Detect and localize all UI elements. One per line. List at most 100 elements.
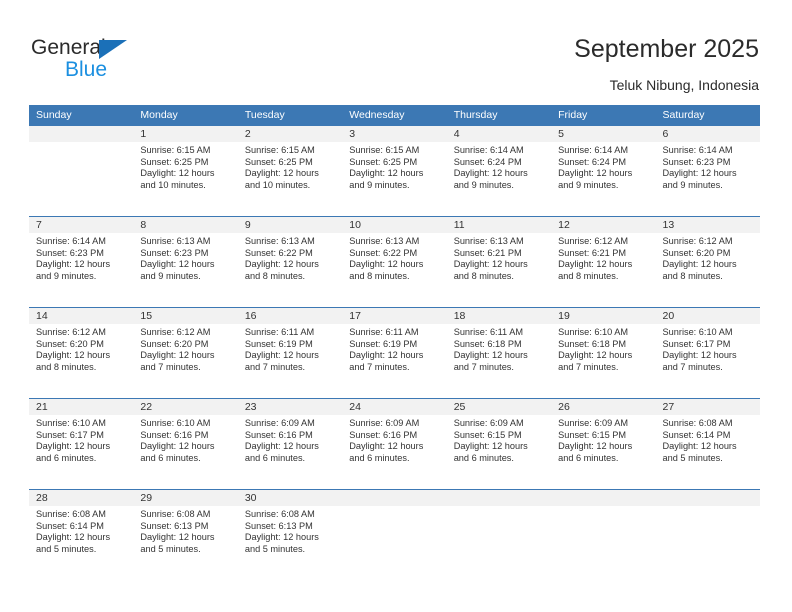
calendar-day-cell[interactable]: 9 Sunrise: 6:13 AM Sunset: 6:22 PM Daylight…: [237, 216, 343, 308]
calendar-day-cell[interactable]: 20 Sunrise: 6:10 AM Sunset: 6:17 PM Dayligh…: [655, 307, 760, 399]
calendar-day-cell[interactable]: 16 Sunrise: 6:11 AM Sunset: 6:19 PM Dayligh…: [237, 307, 343, 399]
daylight-text-line2: and 6 minutes.: [453, 452, 514, 463]
daylight-text-line2: and 9 minutes.: [662, 179, 723, 190]
calendar-day-cell[interactable]: 6 Sunrise: 6:14 AM Sunset: 6:23 PM Daylight…: [655, 125, 760, 217]
day-sun-info: Sunrise: 6:15 AM Sunset: 6:25 PM Daylight:…: [342, 142, 446, 191]
calendar-day-cell[interactable]: 10 Sunrise: 6:13 AM Sunset: 6:22 PM Dayligh…: [342, 216, 447, 308]
day-cell-content: 5 Sunrise: 6:14 AM Sunset: 6:24 PM Daylight…: [551, 126, 656, 216]
sunset-text: Sunset: 6:13 PM: [140, 520, 209, 531]
daylight-text-line2: and 8 minutes.: [244, 270, 306, 281]
day-sun-info: Sunrise: 6:08 AM Sunset: 6:13 PM Daylight:…: [133, 506, 237, 555]
daylight-text-line2: and 8 minutes.: [349, 270, 410, 281]
sunrise-text: Sunrise: 6:10 AM: [140, 418, 211, 428]
calendar-day-cell[interactable]: 5 Sunrise: 6:14 AM Sunset: 6:24 PM Daylight…: [551, 125, 656, 217]
daylight-text-line1: Daylight: 12 hours: [662, 441, 737, 452]
calendar-day-cell[interactable]: 2 Sunrise: 6:15 AM Sunset: 6:25 PM Daylight…: [237, 125, 343, 217]
calendar-day-cell[interactable]: 27 Sunrise: 6:08 AM Sunset: 6:14 PM Dayligh…: [655, 398, 760, 490]
calendar-day-cell[interactable]: 3 Sunrise: 6:15 AM Sunset: 6:25 PM Daylight…: [342, 125, 447, 217]
general-blue-logo: General Blue: [31, 36, 151, 82]
sunrise-text: Sunrise: 6:08 AM: [36, 509, 106, 519]
weekday-header-monday: Monday: [133, 105, 238, 126]
calendar-day-cell[interactable]: 21 Sunrise: 6:10 AM Sunset: 6:17 PM Dayligh…: [29, 398, 134, 490]
daylight-text-line1: Daylight: 12 hours: [36, 259, 111, 270]
calendar-day-cell[interactable]: 18 Sunrise: 6:11 AM Sunset: 6:18 PM Dayligh…: [446, 307, 552, 399]
daylight-text-line1: Daylight: 12 hours: [453, 168, 528, 179]
calendar-day-cell[interactable]: 25 Sunrise: 6:09 AM Sunset: 6:15 PM Dayligh…: [446, 398, 552, 490]
day-cell-content: 30 Sunrise: 6:08 AM Sunset: 6:13 PM Dayligh…: [237, 490, 343, 580]
day-number: 7: [29, 217, 134, 233]
daylight-text-line2: and 7 minutes.: [244, 361, 306, 372]
calendar-day-cell[interactable]: 1 Sunrise: 6:15 AM Sunset: 6:25 PM Daylight…: [133, 125, 238, 217]
daylight-text-line2: and 9 minutes.: [349, 179, 410, 190]
day-cell-content: 8 Sunrise: 6:13 AM Sunset: 6:23 PM Daylight…: [133, 217, 238, 307]
calendar-day-cell[interactable]: 11 Sunrise: 6:13 AM Sunset: 6:21 PM Dayligh…: [446, 216, 552, 308]
weekday-header-friday: Friday: [551, 105, 656, 126]
sunset-text: Sunset: 6:16 PM: [140, 429, 209, 440]
sunset-text: Sunset: 6:15 PM: [453, 429, 522, 440]
calendar-body: 1 Sunrise: 6:15 AM Sunset: 6:25 PM Daylight…: [29, 125, 760, 580]
day-sun-info: Sunrise: 6:12 AM Sunset: 6:21 PM Daylight:…: [551, 233, 655, 282]
calendar-day-cell[interactable]: 30 Sunrise: 6:08 AM Sunset: 6:13 PM Dayligh…: [237, 489, 343, 580]
day-number: 9: [237, 217, 343, 233]
calendar-day-cell[interactable]: 17 Sunrise: 6:11 AM Sunset: 6:19 PM Dayligh…: [342, 307, 447, 399]
calendar-day-cell[interactable]: 28 Sunrise: 6:08 AM Sunset: 6:14 PM Dayligh…: [29, 489, 134, 580]
daylight-text-line1: Daylight: 12 hours: [36, 441, 111, 452]
calendar-day-cell[interactable]: 7 Sunrise: 6:14 AM Sunset: 6:23 PM Daylight…: [29, 216, 134, 308]
calendar-week-row: 21 Sunrise: 6:10 AM Sunset: 6:17 PM Dayligh…: [29, 398, 760, 490]
sunset-text: Sunset: 6:24 PM: [453, 156, 522, 167]
calendar-day-cell[interactable]: 12 Sunrise: 6:12 AM Sunset: 6:21 PM Dayligh…: [551, 216, 656, 308]
daylight-text-line1: Daylight: 12 hours: [453, 350, 528, 361]
day-number: 6: [655, 126, 760, 142]
daylight-text-line1: Daylight: 12 hours: [662, 168, 737, 179]
sunset-text: Sunset: 6:18 PM: [453, 338, 522, 349]
sunrise-text: Sunrise: 6:13 AM: [453, 236, 524, 246]
sunrise-text: Sunrise: 6:09 AM: [244, 418, 315, 428]
daylight-text-line2: and 6 minutes.: [558, 452, 619, 463]
daylight-text-line2: and 8 minutes.: [662, 270, 723, 281]
calendar-day-cell[interactable]: 22 Sunrise: 6:10 AM Sunset: 6:16 PM Dayligh…: [133, 398, 238, 490]
day-number: 17: [342, 308, 447, 324]
day-number: 4: [446, 126, 552, 142]
day-sun-info: Sunrise: 6:14 AM Sunset: 6:24 PM Daylight:…: [551, 142, 655, 191]
calendar-week-row: 7 Sunrise: 6:14 AM Sunset: 6:23 PM Daylight…: [29, 216, 760, 308]
day-sun-info: Sunrise: 6:11 AM Sunset: 6:18 PM Daylight:…: [447, 324, 551, 373]
sunrise-text: Sunrise: 6:11 AM: [349, 327, 419, 337]
calendar-day-cell[interactable]: 29 Sunrise: 6:08 AM Sunset: 6:13 PM Dayligh…: [133, 489, 238, 580]
sunset-text: Sunset: 6:25 PM: [349, 156, 418, 167]
day-number: 15: [133, 308, 238, 324]
sunrise-text: Sunrise: 6:11 AM: [453, 327, 523, 337]
calendar-day-cell[interactable]: 23 Sunrise: 6:09 AM Sunset: 6:16 PM Dayligh…: [237, 398, 343, 490]
day-cell-content: 13 Sunrise: 6:12 AM Sunset: 6:20 PM Dayligh…: [655, 217, 760, 307]
sunset-text: Sunset: 6:20 PM: [36, 338, 104, 349]
day-cell-content: 14 Sunrise: 6:12 AM Sunset: 6:20 PM Dayligh…: [29, 308, 134, 398]
day-number: 11: [446, 217, 552, 233]
day-sun-info: Sunrise: 6:14 AM Sunset: 6:24 PM Daylight:…: [447, 142, 551, 191]
day-number: 29: [133, 490, 238, 506]
sunset-text: Sunset: 6:17 PM: [36, 429, 104, 440]
calendar-day-cell[interactable]: 24 Sunrise: 6:09 AM Sunset: 6:16 PM Dayligh…: [342, 398, 447, 490]
calendar-day-cell[interactable]: 26 Sunrise: 6:09 AM Sunset: 6:15 PM Dayligh…: [551, 398, 656, 490]
daylight-text-line2: and 9 minutes.: [36, 270, 97, 281]
calendar-day-cell[interactable]: 19 Sunrise: 6:10 AM Sunset: 6:18 PM Dayligh…: [551, 307, 656, 399]
daylight-text-line1: Daylight: 12 hours: [244, 441, 319, 452]
calendar-day-cell[interactable]: 14 Sunrise: 6:12 AM Sunset: 6:20 PM Dayligh…: [29, 307, 134, 399]
calendar-day-cell[interactable]: 15 Sunrise: 6:12 AM Sunset: 6:20 PM Dayligh…: [133, 307, 238, 399]
calendar-day-cell[interactable]: 13 Sunrise: 6:12 AM Sunset: 6:20 PM Dayligh…: [655, 216, 760, 308]
day-sun-info: Sunrise: 6:13 AM Sunset: 6:23 PM Daylight:…: [133, 233, 237, 282]
day-number: [446, 490, 552, 506]
day-cell-content: 6 Sunrise: 6:14 AM Sunset: 6:23 PM Daylight…: [655, 126, 760, 216]
daylight-text-line2: and 7 minutes.: [662, 361, 723, 372]
sunrise-text: Sunrise: 6:10 AM: [36, 418, 106, 428]
day-number: 26: [551, 399, 656, 415]
day-number: [342, 490, 447, 506]
day-number: 19: [551, 308, 656, 324]
sunset-text: Sunset: 6:17 PM: [662, 338, 731, 349]
calendar-day-cell[interactable]: 8 Sunrise: 6:13 AM Sunset: 6:23 PM Daylight…: [133, 216, 238, 308]
day-cell-content: 22 Sunrise: 6:10 AM Sunset: 6:16 PM Dayligh…: [133, 399, 238, 489]
calendar-day-cell[interactable]: 4 Sunrise: 6:14 AM Sunset: 6:24 PM Daylight…: [446, 125, 552, 217]
day-cell-content: 11 Sunrise: 6:13 AM Sunset: 6:21 PM Dayligh…: [446, 217, 552, 307]
weekday-header-wednesday: Wednesday: [342, 105, 447, 126]
day-number: [655, 490, 760, 506]
weekday-header-thursday: Thursday: [446, 105, 552, 126]
day-number: 28: [29, 490, 134, 506]
